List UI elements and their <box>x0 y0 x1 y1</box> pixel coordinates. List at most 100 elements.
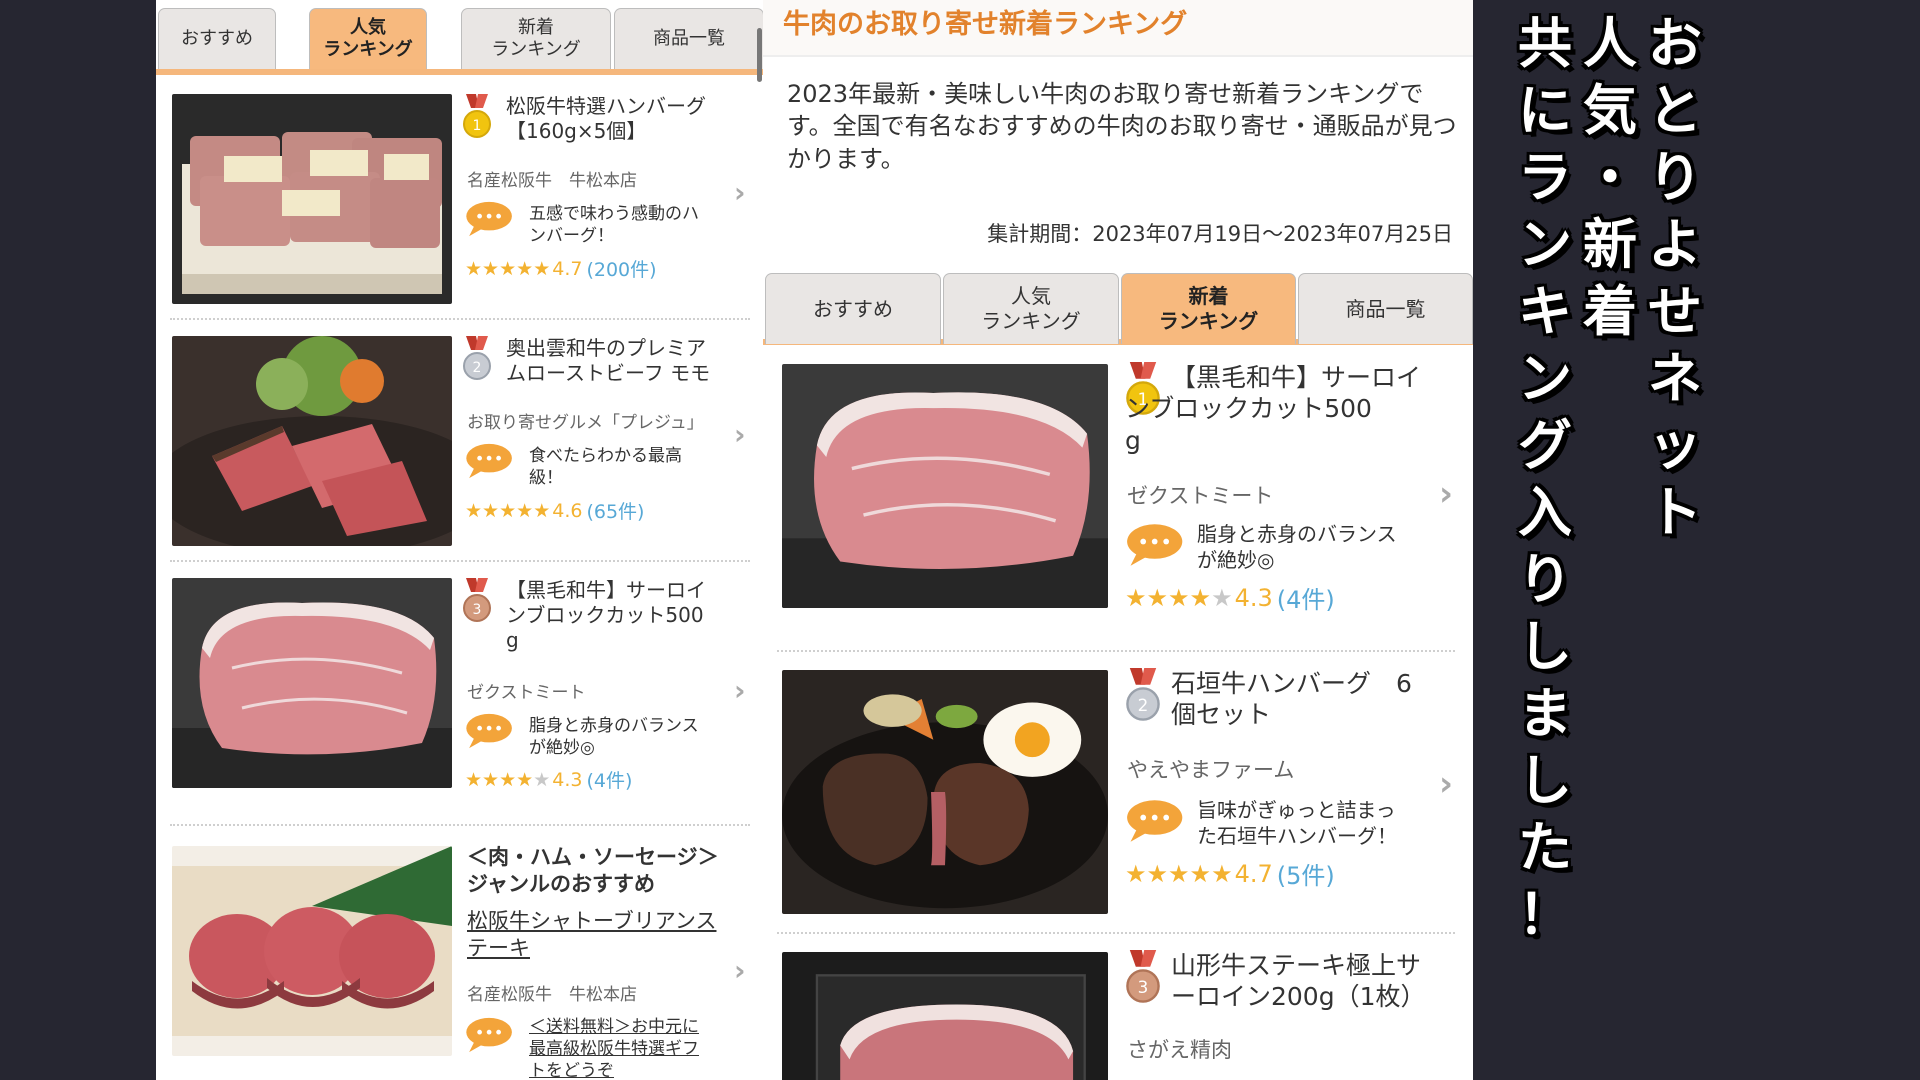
divider <box>170 560 750 562</box>
tab-popular-ranking[interactable]: 人気 ランキング <box>943 273 1119 344</box>
product-image-yamagata-steak <box>782 952 1108 1080</box>
product-image-sirloin <box>782 364 1108 608</box>
product-comment: 脂身と赤身のバランス が絶妙◎ <box>529 716 699 758</box>
product-name[interactable]: 奥出雲和牛のプレミア ムローストビーフ モモ <box>506 336 756 386</box>
caption-glyph: し <box>1518 749 1572 812</box>
new-ranking-item-2[interactable]: 2 石垣牛ハンバーグ 6 個セット やえやまファーム 旨味がぎゅっと詰まっ た石… <box>763 654 1473 932</box>
chevron-right-icon[interactable]: › <box>734 418 746 451</box>
product-comment: 食べたらわかる最高 級！ <box>529 446 682 488</box>
rating-score: 4.7 <box>1234 859 1273 888</box>
rating-score: 4.3 <box>552 768 583 791</box>
product-name[interactable]: 【黒毛和牛】サーロイ ンブロックカット500 g <box>1125 362 1445 456</box>
popular-ranking-panel: おすすめ 人気 ランキング 新着 ランキング 商品一覧 1 松阪牛特選ハンバーグ… <box>156 0 764 1080</box>
product-name[interactable]: 松阪牛特選ハンバーグ 【160g×5個】 <box>506 94 756 144</box>
ranking-item-2[interactable]: 2 奥出雲和牛のプレミア ムローストビーフ モモ お取り寄せグルメ「プレジュ」 … <box>156 322 764 562</box>
tab-product-list[interactable]: 商品一覧 <box>614 8 764 69</box>
product-name[interactable]: 【黒毛和牛】サーロイ ンブロックカット500 g <box>506 578 756 653</box>
review-count[interactable]: (4件) <box>1277 580 1335 615</box>
shop-name: さがえ精肉 <box>1127 1038 1232 1062</box>
caption-glyph: ラ <box>1518 146 1572 209</box>
comment-bubble-icon <box>1125 522 1189 568</box>
caption-glyph: り <box>1648 146 1702 209</box>
caption-glyph: た <box>1518 816 1572 879</box>
caption-column-2: 人気・新着 <box>1575 10 1645 345</box>
star-rating-icon: ★ ★ ★ ★ ★ <box>1125 583 1233 612</box>
ranking-item-3[interactable]: 3 【黒毛和牛】サーロイ ンブロックカット500 g ゼクストミート 脂身と赤身… <box>156 564 764 824</box>
svg-text:3: 3 <box>1138 977 1149 997</box>
tab-new-ranking[interactable]: 新着 ランキング <box>1121 273 1296 344</box>
genre-comment-link[interactable]: ＜送料無料＞お中元に 最高級松阪牛特選ギフ トをどうぞ <box>529 1016 699 1080</box>
ranking-tab-bar: おすすめ 人気 ランキング 新着 ランキング 商品一覧 <box>156 0 764 75</box>
rating: ★ ★ ★ ★ ★ 4.7 (5件) <box>1125 856 1335 891</box>
caption-glyph: キ <box>1518 280 1572 343</box>
shop-name: やえやまファーム <box>1127 758 1295 782</box>
chevron-right-icon[interactable]: › <box>734 954 746 987</box>
review-count[interactable]: (5件) <box>1277 856 1335 891</box>
shop-name: 名産松阪牛 牛松本店 <box>467 171 637 191</box>
product-image-hamburg-steak <box>782 670 1108 914</box>
chevron-right-icon[interactable]: › <box>1439 474 1453 514</box>
caption-glyph: グ <box>1518 414 1572 477</box>
product-image-sirloin <box>172 578 452 788</box>
genre-title: ＜肉・ハム・ソーセージ＞ ジャンルのおすすめ <box>467 845 719 897</box>
page-header: 牛肉のお取り寄せ新着ランキング <box>763 0 1473 57</box>
rating: ★ ★ ★ ★ ★ 4.7 (200件) <box>465 255 657 282</box>
tab-popular-ranking[interactable]: 人気 ランキング <box>309 8 427 69</box>
product-comment: 旨味がぎゅっと詰まっ た石垣牛ハンバーグ！ <box>1197 798 1397 848</box>
caption-glyph: ン <box>1518 347 1572 410</box>
tab-recommended[interactable]: おすすめ <box>158 8 276 69</box>
bronze-medal-icon: 3 <box>462 578 492 628</box>
shop-name: ゼクストミート <box>1127 484 1274 508</box>
caption-glyph: よ <box>1648 213 1702 276</box>
caption-glyph: お <box>1648 12 1702 75</box>
tab-new-ranking[interactable]: 新着 ランキング <box>461 8 611 69</box>
new-ranking-item-3[interactable]: 3 山形牛ステーキ極上サ ーロイン200g（1枚） さがえ精肉 <box>763 936 1473 1080</box>
chevron-right-icon[interactable]: › <box>734 674 746 707</box>
new-ranking-item-1[interactable]: 1 【黒毛和牛】サーロイ ンブロックカット500 g ゼクストミート 脂身と赤身… <box>763 350 1473 650</box>
new-ranking-panel: 牛肉のお取り寄せ新着ランキング 2023年最新・美味しい牛肉のお取り寄せ新着ラン… <box>763 0 1473 1080</box>
caption-glyph: と <box>1648 79 1702 142</box>
chevron-right-icon[interactable]: › <box>1439 764 1453 804</box>
caption-column-3: 共にランキング入りしました！ <box>1510 10 1580 948</box>
caption-glyph: に <box>1518 79 1572 142</box>
caption-glyph: ト <box>1648 481 1702 544</box>
product-comment: 脂身と赤身のバランス が絶妙◎ <box>1197 522 1397 572</box>
silver-medal-icon: 2 <box>462 336 492 386</box>
caption-glyph: り <box>1518 548 1572 611</box>
rating-score: 4.3 <box>1234 583 1273 612</box>
genre-product-link[interactable]: 松阪牛シャトーブリアンス テーキ <box>467 908 716 963</box>
shop-name: 名産松阪牛 牛松本店 <box>467 985 637 1005</box>
chevron-right-icon[interactable]: › <box>734 176 746 209</box>
ranking-item-1[interactable]: 1 松阪牛特選ハンバーグ 【160g×5個】 名産松阪牛 牛松本店 五感で味わう… <box>156 80 764 320</box>
rating: ★ ★ ★ ★ ★ 4.6 (65件) <box>465 497 644 524</box>
caption-glyph: 新 <box>1583 213 1637 276</box>
divider <box>777 932 1455 934</box>
star-rating-icon: ★ ★ ★ ★ ★ <box>465 768 551 791</box>
caption-glyph: ！ <box>1518 883 1572 946</box>
comment-bubble-icon <box>1125 798 1189 844</box>
caption-glyph: ま <box>1518 682 1572 745</box>
divider <box>170 824 750 826</box>
review-count[interactable]: (65件) <box>586 497 644 524</box>
caption-glyph: 共 <box>1518 12 1572 75</box>
genre-recommendation[interactable]: ＜肉・ハム・ソーセージ＞ ジャンルのおすすめ 松阪牛シャトーブリアンス テーキ … <box>156 828 764 1080</box>
caption-glyph: 着 <box>1583 280 1637 343</box>
scrollbar[interactable] <box>757 28 762 82</box>
caption-glyph: せ <box>1648 280 1702 343</box>
review-count[interactable]: (4件) <box>586 766 632 793</box>
svg-text:1: 1 <box>473 118 482 134</box>
caption-glyph: 気 <box>1583 79 1637 142</box>
ranking-tab-bar: おすすめ 人気 ランキング 新着 ランキング 商品一覧 <box>763 265 1473 345</box>
tab-recommended[interactable]: おすすめ <box>765 273 941 344</box>
silver-medal-icon: 2 <box>1125 668 1161 728</box>
tab-product-list[interactable]: 商品一覧 <box>1298 273 1473 344</box>
rating-score: 4.6 <box>552 499 583 522</box>
promo-caption: おとりよせネット 人気・新着 共にランキング入りしました！ <box>1500 10 1720 946</box>
caption-glyph: 入 <box>1518 481 1572 544</box>
comment-bubble-icon <box>464 442 518 479</box>
svg-text:3: 3 <box>473 602 482 618</box>
product-image-chateaubriand <box>172 846 452 1056</box>
review-count[interactable]: (200件) <box>586 255 656 282</box>
product-name[interactable]: 山形牛ステーキ極上サ ーロイン200g（1枚） <box>1171 950 1461 1013</box>
product-name[interactable]: 石垣牛ハンバーグ 6 個セット <box>1171 668 1451 731</box>
